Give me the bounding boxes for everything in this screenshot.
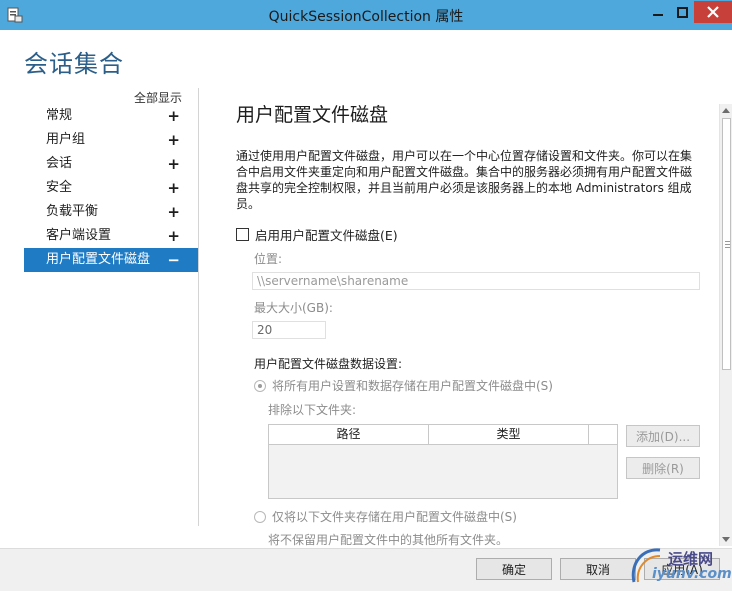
not-kept-note: 将不保留用户配置文件中的其他所有文件夹。 — [268, 533, 509, 547]
nav-item-load-balancing[interactable]: 负载平衡 + — [24, 200, 198, 224]
grip-line — [725, 244, 730, 245]
add-folder-button[interactable]: 添加(D)... — [626, 425, 700, 447]
data-settings-label: 用户配置文件磁盘数据设置: — [254, 357, 403, 371]
column-header-type[interactable]: 类型 — [429, 425, 589, 444]
section-title: 用户配置文件磁盘 — [236, 104, 389, 126]
nav-item-security[interactable]: 安全 + — [24, 176, 198, 200]
nav-list: 常规 + 用户组 + 会话 + 安全 + 负载平衡 + 客户端设置 + 用户配置文件磁盘 − — [24, 104, 198, 272]
nav-item-user-groups[interactable]: 用户组 + — [24, 128, 198, 152]
nav-item-label: 会话 — [46, 156, 73, 171]
section-description: 通过使用用户配置文件磁盘，用户可以在一个中心位置存储设置和文件夹。你可以在集合中… — [236, 149, 693, 211]
nav-item-general[interactable]: 常规 + — [24, 104, 198, 128]
grip-line — [725, 241, 730, 242]
nav-item-label: 负载平衡 — [46, 204, 99, 219]
window-title: QuickSessionCollection 属性 — [268, 9, 464, 25]
scroll-thumb[interactable] — [722, 118, 731, 370]
enable-upd-row[interactable]: 启用用户配置文件磁盘(E) — [236, 225, 398, 244]
location-label: 位置: — [254, 252, 283, 266]
enable-upd-checkbox[interactable] — [236, 228, 249, 241]
dialog-title: 会话集合 — [24, 50, 124, 78]
radio-store-all-row[interactable]: 将所有用户设置和数据存储在用户配置文件磁盘中(S) — [254, 377, 553, 394]
expand-icon: + — [167, 155, 180, 173]
nav-item-label: 常规 — [46, 108, 73, 123]
minimize-icon — [653, 14, 663, 16]
nav-item-label: 安全 — [46, 180, 73, 195]
max-size-label: 最大大小(GB): — [254, 301, 333, 315]
grip-line — [725, 247, 730, 248]
radio-store-only[interactable] — [254, 510, 266, 523]
close-button[interactable] — [694, 1, 732, 23]
radio-store-only-label: 仅将以下文件夹存储在用户配置文件磁盘中(S) — [272, 510, 517, 524]
expand-icon: + — [167, 131, 180, 149]
expand-icon: + — [167, 107, 180, 125]
table-header: 路径 类型 — [269, 425, 617, 445]
vertical-scrollbar[interactable] — [719, 104, 732, 546]
title-bar: QuickSessionCollection 属性 — [0, 0, 732, 30]
column-header-extra — [589, 425, 617, 444]
nav-item-session[interactable]: 会话 + — [24, 152, 198, 176]
maximize-icon — [676, 6, 688, 18]
nav-item-client-settings[interactable]: 客户端设置 + — [24, 224, 198, 248]
nav-item-label: 用户组 — [46, 132, 86, 147]
collapse-icon: − — [167, 251, 180, 269]
column-header-path[interactable]: 路径 — [269, 425, 429, 444]
expand-icon: + — [167, 179, 180, 197]
cancel-button[interactable]: 取消 — [560, 558, 636, 580]
close-icon — [707, 6, 719, 18]
minimize-button[interactable] — [646, 1, 670, 23]
ok-button[interactable]: 确定 — [476, 558, 552, 580]
location-input[interactable]: \\servername\sharename — [252, 272, 700, 290]
watermark-url: iyunv.com — [652, 566, 732, 582]
delete-folder-button[interactable]: 删除(R) — [626, 457, 700, 479]
exclude-label: 排除以下文件夹: — [268, 403, 357, 417]
scroll-up-icon[interactable] — [722, 108, 730, 113]
radio-store-all-label: 将所有用户设置和数据存储在用户配置文件磁盘中(S) — [272, 379, 553, 393]
maximize-button[interactable] — [670, 1, 694, 23]
enable-upd-label: 启用用户配置文件磁盘(E) — [255, 228, 398, 243]
radio-store-only-row[interactable]: 仅将以下文件夹存储在用户配置文件磁盘中(S) — [254, 508, 517, 525]
expand-icon: + — [167, 227, 180, 245]
nav-item-user-profile-disks[interactable]: 用户配置文件磁盘 − — [24, 248, 198, 272]
nav-divider — [198, 88, 199, 526]
nav-item-label: 客户端设置 — [46, 228, 112, 243]
radio-store-all[interactable] — [254, 379, 266, 392]
expand-icon: + — [167, 203, 180, 221]
nav-item-label: 用户配置文件磁盘 — [46, 252, 151, 267]
exclude-folders-table[interactable]: 路径 类型 — [268, 424, 618, 499]
max-size-input[interactable]: 20 — [252, 321, 326, 339]
